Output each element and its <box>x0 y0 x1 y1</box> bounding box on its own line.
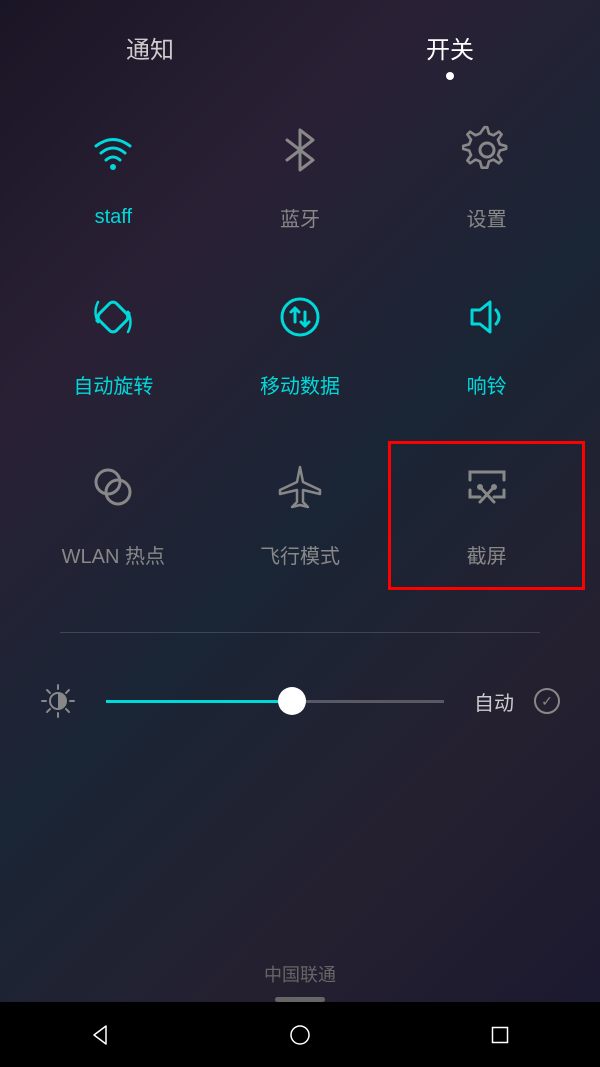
bluetooth-icon <box>275 125 325 175</box>
tile-label: 飞行模式 <box>260 540 340 569</box>
rotate-icon <box>88 292 138 342</box>
airplane-mode-toggle[interactable]: 飞行模式 <box>207 459 394 572</box>
recent-apps-button[interactable] <box>480 1015 520 1055</box>
brightness-control: 自动 ✓ <box>0 633 600 769</box>
sound-toggle[interactable]: 响铃 <box>393 292 580 399</box>
back-button[interactable] <box>80 1015 120 1055</box>
tile-label: 响铃 <box>467 370 507 399</box>
wifi-icon <box>88 128 138 178</box>
home-button[interactable] <box>280 1015 320 1055</box>
quick-settings-grid: staff 蓝牙 设置 自动旋转 移动数据 响铃 WLAN 热点 <box>0 85 600 592</box>
brightness-icon <box>40 683 76 719</box>
carrier-label: 中国联通 <box>264 961 336 987</box>
data-icon <box>275 292 325 342</box>
tile-label: staff <box>95 206 132 229</box>
slider-thumb[interactable] <box>278 687 306 715</box>
screenshot-icon <box>462 462 512 512</box>
brightness-slider[interactable] <box>106 700 444 703</box>
gear-icon <box>462 125 512 175</box>
tile-label: WLAN 热点 <box>62 540 165 569</box>
hotspot-icon <box>88 462 138 512</box>
settings-button[interactable]: 设置 <box>393 125 580 232</box>
mobile-data-toggle[interactable]: 移动数据 <box>207 292 394 399</box>
tile-label: 蓝牙 <box>280 203 320 232</box>
tile-label: 移动数据 <box>260 370 340 399</box>
slider-fill <box>106 700 292 703</box>
hotspot-toggle[interactable]: WLAN 热点 <box>20 459 207 572</box>
auto-brightness-checkbox[interactable]: ✓ <box>534 688 560 714</box>
navigation-bar <box>0 1002 600 1067</box>
tile-label: 设置 <box>467 203 507 232</box>
tab-toggles[interactable]: 开关 <box>426 30 474 65</box>
screenshot-button[interactable]: 截屏 <box>388 441 585 590</box>
auto-brightness-label: 自动 <box>474 687 514 716</box>
tab-notifications[interactable]: 通知 <box>126 30 174 65</box>
wifi-toggle[interactable]: staff <box>20 125 207 232</box>
tile-label: 自动旋转 <box>73 370 153 399</box>
sound-icon <box>462 292 512 342</box>
bluetooth-toggle[interactable]: 蓝牙 <box>207 125 394 232</box>
tile-label: 截屏 <box>467 540 507 569</box>
auto-rotate-toggle[interactable]: 自动旋转 <box>20 292 207 399</box>
airplane-icon <box>275 462 325 512</box>
tab-bar: 通知 开关 <box>0 0 600 85</box>
